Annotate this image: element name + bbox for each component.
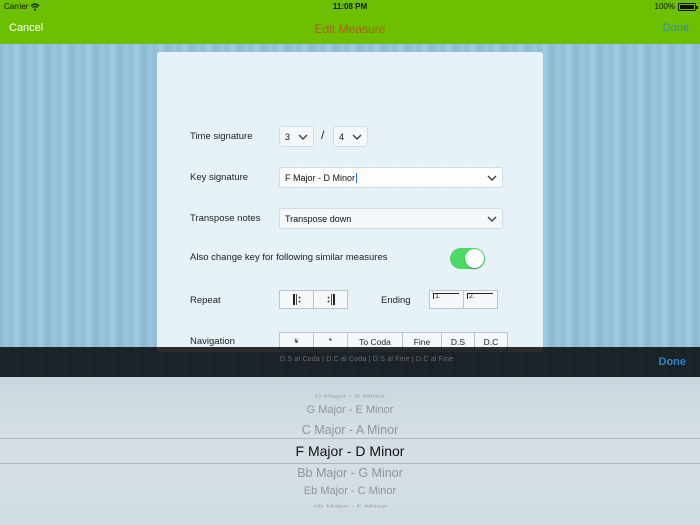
repeat-start-button[interactable] xyxy=(279,290,314,309)
repeat-button-group xyxy=(279,290,348,309)
key-signature-label: Key signature xyxy=(190,172,249,183)
time-denominator-value: 4 xyxy=(339,131,345,142)
fine-label: Fine xyxy=(413,336,431,347)
ds-label: D.S xyxy=(450,336,466,347)
page-title: Edit Measure xyxy=(314,22,386,36)
navigation-options-peek: D.S al Coda | D.C al Coda | D.S al Fine … xyxy=(280,356,454,363)
status-bar: Carrier 11:08 PM 100% xyxy=(0,0,700,14)
transpose-value: Transpose down xyxy=(285,213,352,224)
battery-icon xyxy=(678,2,698,11)
picker-option[interactable]: Eb Major - C Minor xyxy=(0,485,700,497)
picker-option[interactable]: D Major - B Minor xyxy=(0,393,700,399)
key-signature-select[interactable]: F Major - D Minor xyxy=(279,167,503,188)
text-cursor xyxy=(356,172,358,183)
repeat-end-button[interactable] xyxy=(313,290,348,309)
done-button[interactable]: Done xyxy=(663,22,689,34)
ending-label: Ending xyxy=(381,295,411,306)
picker-option[interactable]: Ab Major - F Minor xyxy=(0,503,700,509)
time-signature-label: Time signature xyxy=(190,131,253,142)
battery-percent: 100% xyxy=(654,2,675,11)
ending-button-group: 1. 2. xyxy=(429,290,498,309)
picker-option[interactable]: G Major - E Minor xyxy=(0,404,700,416)
picker-selection-bottom-line xyxy=(0,463,700,464)
time-numerator-value: 3 xyxy=(285,131,291,142)
chevron-down-icon xyxy=(487,216,497,223)
picker-option[interactable]: Bb Major - G Minor xyxy=(0,466,700,480)
transpose-label: Transpose notes xyxy=(190,213,261,224)
coda-icon: 𝄌 xyxy=(329,336,332,346)
chevron-down-icon xyxy=(298,134,308,141)
ending-second-label: 2. xyxy=(469,293,475,300)
dc-label: D.C xyxy=(483,336,499,347)
key-signature-picker[interactable]: D Major - B Minor G Major - E Minor C Ma… xyxy=(0,377,700,525)
repeat-label: Repeat xyxy=(190,295,221,306)
navigation-bar: Cancel Edit Measure Done xyxy=(0,14,700,44)
picker-selection-top-line xyxy=(0,438,700,439)
picker-option[interactable]: C Major - A Minor xyxy=(0,423,700,437)
transpose-select[interactable]: Transpose down xyxy=(279,208,503,229)
time-signature-separator: / xyxy=(321,128,325,142)
chevron-down-icon xyxy=(487,175,497,182)
also-change-label: Also change key for following similar me… xyxy=(190,252,388,263)
picker-done-button[interactable]: Done xyxy=(659,356,687,368)
ending-second-button[interactable]: 2. xyxy=(463,290,498,309)
time-denominator-select[interactable]: 4 xyxy=(333,126,368,147)
also-change-toggle[interactable] xyxy=(450,248,485,269)
chevron-down-icon xyxy=(352,134,362,141)
battery-group: 100% xyxy=(654,2,698,11)
status-time: 11:08 PM xyxy=(332,2,368,11)
navigation-label: Navigation xyxy=(190,336,235,347)
edit-measure-card: Time signature 3 / 4 Key signature F Maj… xyxy=(157,52,543,352)
repeat-end-icon xyxy=(327,294,335,305)
ending-first-button[interactable]: 1. xyxy=(429,290,464,309)
key-signature-value: F Major - D Minor xyxy=(285,172,356,183)
time-numerator-select[interactable]: 3 xyxy=(279,126,314,147)
picker-option-selected[interactable]: F Major - D Minor xyxy=(0,443,700,459)
to-coda-label: To Coda xyxy=(359,336,391,347)
repeat-start-icon xyxy=(292,294,300,305)
toggle-knob xyxy=(465,249,484,268)
ending-first-label: 1. xyxy=(435,293,441,300)
segno-icon: 𝄋 xyxy=(294,336,299,346)
